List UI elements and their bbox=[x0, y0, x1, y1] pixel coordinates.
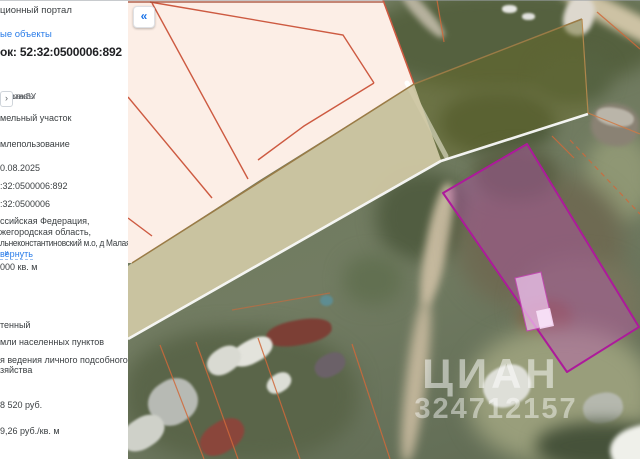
area-status-value: тенный bbox=[0, 320, 31, 330]
panel-tabs: ы Объекты Части ЗУ Состав › bbox=[0, 89, 128, 107]
address-line-3: льнеконстантиновский м.о, д Малая bbox=[0, 238, 128, 248]
permitted-use-line-1: я ведения личного подсобного bbox=[0, 355, 128, 365]
app-window: ционный портал ые объекты ок: 52:32:0500… bbox=[0, 0, 640, 459]
address-line-1: ссийская Федерация, bbox=[0, 216, 90, 226]
boundary-line bbox=[159, 344, 205, 459]
map-canvas[interactable]: ЦИАН 324712157 « bbox=[128, 0, 640, 459]
area-value: 000 кв. м bbox=[0, 262, 38, 272]
parcel-info-panel: ционный портал ые объекты ок: 52:32:0500… bbox=[0, 0, 128, 459]
permitted-use-line-2: зяйства bbox=[0, 365, 33, 375]
collapse-panel-button[interactable]: « bbox=[133, 6, 155, 28]
object-type-value: мельный участок bbox=[0, 113, 72, 123]
cadastral-cost-value: 8 520 руб. bbox=[0, 400, 43, 410]
boundary-line bbox=[351, 343, 391, 459]
address-line-2: жегородская область, bbox=[0, 227, 92, 237]
cadastral-number-value: :32:0500006:892 bbox=[0, 181, 68, 191]
highlighted-parcel[interactable] bbox=[442, 143, 640, 373]
portal-title: ционный портал bbox=[0, 5, 72, 16]
boundary-line bbox=[551, 135, 575, 159]
boundary-line bbox=[231, 292, 331, 311]
top-border bbox=[0, 0, 640, 1]
parcel-heading: ок: 52:32:0500006:892 bbox=[0, 45, 122, 59]
land-use-type-value: млепользование bbox=[0, 139, 70, 149]
tabs-overflow-button[interactable]: › bbox=[0, 91, 13, 107]
boundary-line bbox=[569, 139, 640, 215]
boundary-line bbox=[257, 337, 301, 459]
found-objects-link[interactable]: ые объекты bbox=[0, 29, 52, 40]
boundary-line bbox=[195, 341, 239, 459]
date-value: 0.08.2025 bbox=[0, 163, 41, 173]
boundary-line bbox=[596, 11, 640, 50]
boundary-line bbox=[587, 112, 640, 135]
chevron-down-icon: ∨ bbox=[4, 250, 10, 257]
unit-cost-value: 9,26 руб./кв. м bbox=[0, 426, 60, 436]
cadastral-overlay bbox=[128, 0, 640, 459]
cadastral-quarter-value: :32:0500006 bbox=[0, 199, 51, 209]
road-parcel-band-right[interactable] bbox=[414, 19, 588, 160]
boundary-line bbox=[436, 0, 445, 43]
land-category-value: мли населенных пунктов bbox=[0, 337, 105, 347]
